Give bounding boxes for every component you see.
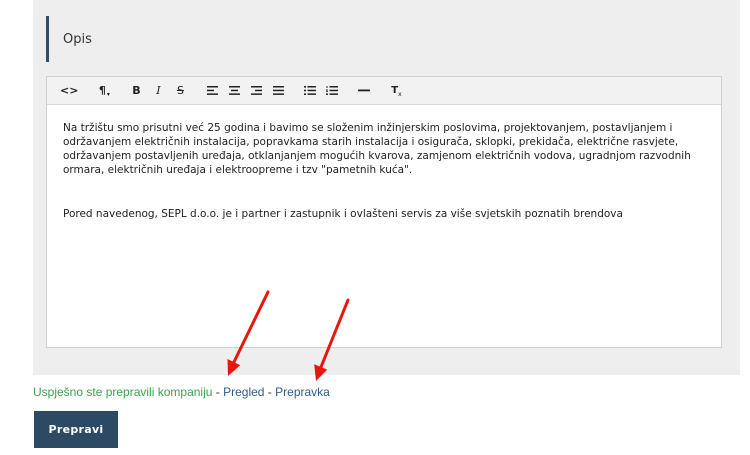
clear-formatting-subscript-icon: x <box>398 90 402 98</box>
field-label-row: Opis <box>46 16 92 62</box>
editor-content[interactable]: Na tržištu smo prisutni već 25 godina i … <box>47 105 721 221</box>
editor-paragraph: Pored navedenog, SEPL d.o.o. je i partne… <box>63 208 623 220</box>
separator: - <box>212 385 224 399</box>
status-message-row: Uspješno ste prepravili kompaniju - Preg… <box>33 385 330 399</box>
numbered-list-button[interactable] <box>321 81 343 101</box>
align-right-icon <box>250 86 262 95</box>
strikethrough-icon: S <box>176 84 184 97</box>
align-right-button[interactable] <box>245 81 267 101</box>
horizontal-rule-button[interactable] <box>353 81 375 101</box>
caret-down-icon: ▾ <box>106 91 110 98</box>
align-left-button[interactable] <box>201 81 223 101</box>
description-panel: Opis <> ¶ ▾ B I S T x Na tržištu smo pri… <box>33 0 740 375</box>
edit-link[interactable]: Prepravka <box>275 385 330 399</box>
align-justify-button[interactable] <box>267 81 289 101</box>
align-left-icon <box>206 86 218 95</box>
bold-icon: B <box>132 84 141 97</box>
submit-button[interactable]: Prepravi <box>34 411 118 448</box>
code-view-button[interactable]: <> <box>55 81 83 101</box>
bold-button[interactable]: B <box>125 81 147 101</box>
editor-paragraph: Na tržištu smo prisutni već 25 godina i … <box>63 122 691 176</box>
code-icon: <> <box>60 84 79 97</box>
align-center-button[interactable] <box>223 81 245 101</box>
field-label: Opis <box>63 31 92 47</box>
align-justify-icon <box>272 86 284 95</box>
horizontal-rule-icon <box>358 89 371 92</box>
align-center-icon <box>228 86 240 95</box>
strikethrough-button[interactable]: S <box>169 81 191 101</box>
bullet-list-button[interactable] <box>299 81 321 101</box>
bullet-list-icon <box>304 86 317 95</box>
separator: - <box>264 385 276 399</box>
clear-formatting-icon: T <box>391 85 399 96</box>
clear-formatting-button[interactable]: T x <box>385 81 407 101</box>
numbered-list-icon <box>326 86 339 95</box>
editor-toolbar: <> ¶ ▾ B I S T x <box>47 77 721 105</box>
italic-button[interactable]: I <box>147 81 169 101</box>
italic-icon: I <box>156 84 161 97</box>
preview-link[interactable]: Pregled <box>223 385 264 399</box>
paragraph-style-button[interactable]: ¶ ▾ <box>93 81 115 101</box>
success-message: Uspješno ste prepravili kompaniju <box>33 385 213 399</box>
rich-text-editor[interactable]: <> ¶ ▾ B I S T x Na tržištu smo prisutni… <box>46 76 722 348</box>
paragraph-icon: ¶ <box>98 84 106 97</box>
